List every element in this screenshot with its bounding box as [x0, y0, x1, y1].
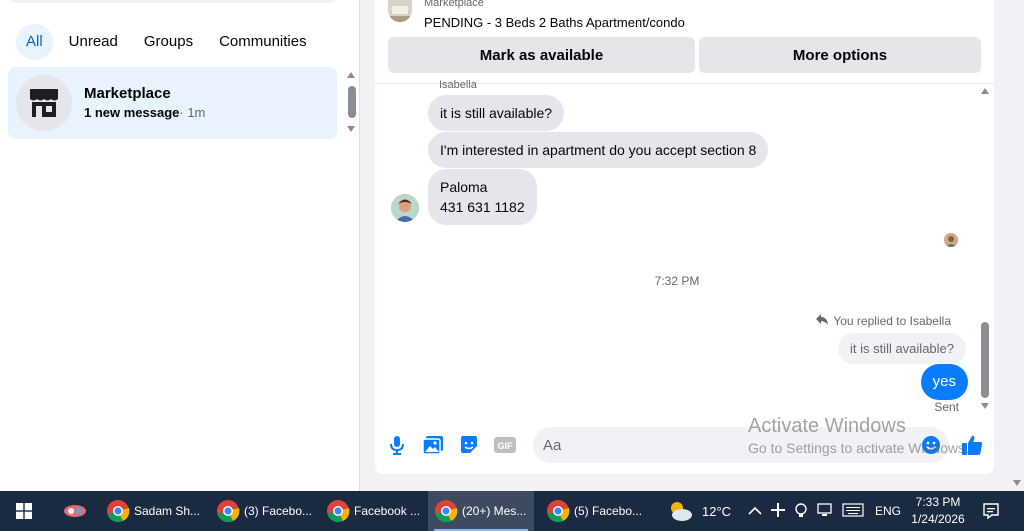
- scrollbar-thumb[interactable]: [348, 86, 356, 118]
- outgoing-message[interactable]: yes: [920, 364, 968, 400]
- more-options-button[interactable]: More options: [699, 37, 981, 73]
- taskbar-app-chrome-5[interactable]: (5) Facebo...: [540, 491, 644, 531]
- taskbar-app-label: Sadam Sh...: [134, 504, 201, 518]
- listing-title[interactable]: PENDING - 3 Beds 2 Baths Apartment/condo: [424, 15, 685, 30]
- taskbar-app-snipping[interactable]: [55, 491, 95, 531]
- search-box[interactable]: [8, 0, 338, 3]
- message-list: Isabella it is still available? I'm inte…: [375, 79, 994, 415]
- microphone-icon[interactable]: [386, 434, 408, 456]
- chat-status: 1 new message: [84, 105, 180, 120]
- taskbar-app-chrome-2[interactable]: (3) Facebo...: [210, 491, 314, 531]
- seen-avatar: [944, 233, 958, 247]
- windows-start-icon[interactable]: [0, 491, 48, 531]
- notification-icon[interactable]: [982, 491, 1000, 531]
- reply-note: You replied to Isabella: [816, 314, 951, 328]
- store-icon: [16, 75, 72, 131]
- sender-name: Isabella: [439, 79, 477, 91]
- photo-icon[interactable]: [422, 434, 444, 456]
- scrollbar-thumb[interactable]: [981, 322, 989, 398]
- message-scrollbar[interactable]: [978, 85, 992, 415]
- system-clock[interactable]: 7:33 PM 1/24/2026: [900, 494, 976, 528]
- taskbar-app-label: (20+) Mes...: [462, 504, 527, 518]
- taskbar-app-label: Facebook ...: [354, 504, 421, 518]
- language-indicator[interactable]: ENG: [875, 504, 901, 518]
- listing-kicker: Marketplace: [424, 0, 484, 9]
- page-scroll-down-icon[interactable]: [1010, 476, 1024, 490]
- chrome-icon: [546, 499, 570, 523]
- chevron-up-icon[interactable]: [748, 504, 762, 519]
- listing-header: Marketplace PENDING - 3 Beds 2 Baths Apa…: [375, 0, 994, 84]
- gif-icon[interactable]: GIF: [494, 434, 518, 456]
- filter-unread[interactable]: Unread: [59, 24, 128, 60]
- filter-tabs: All Unread Groups Communities: [16, 24, 317, 60]
- keyboard-icon[interactable]: [842, 502, 864, 520]
- filter-communities[interactable]: Communities: [209, 24, 317, 60]
- filter-all[interactable]: All: [16, 24, 53, 60]
- scroll-up-icon[interactable]: [347, 72, 355, 78]
- scroll-down-icon[interactable]: [981, 403, 989, 409]
- chat-item-marketplace[interactable]: Marketplace 1 new message· 1m: [8, 67, 337, 139]
- chat-list-scrollbar[interactable]: [344, 70, 358, 134]
- chrome-icon: [106, 499, 130, 523]
- avatar[interactable]: [391, 194, 419, 222]
- mark-available-button[interactable]: Mark as available: [388, 37, 695, 73]
- chat-list-pane: All Unread Groups Communities Marketplac…: [0, 0, 360, 491]
- incoming-message[interactable]: I'm interested in apartment do you accep…: [428, 132, 769, 168]
- taskbar: Sadam Sh... (3) Facebo... Facebook ... (…: [0, 491, 1024, 531]
- emoji-icon[interactable]: [920, 434, 942, 456]
- scroll-up-icon[interactable]: [981, 88, 989, 94]
- sent-status: Sent: [934, 400, 959, 414]
- weather-widget[interactable]: 12°C: [666, 491, 731, 531]
- sticker-icon[interactable]: [458, 434, 480, 456]
- chat-name: Marketplace: [84, 85, 171, 102]
- weather-cloud-icon: [671, 502, 692, 521]
- listing-thumbnail[interactable]: [388, 0, 412, 22]
- incoming-message[interactable]: Paloma 431 631 1182: [428, 169, 537, 225]
- taskbar-app-chrome-4[interactable]: (20+) Mes...: [428, 491, 534, 531]
- taskbar-app-label: (5) Facebo...: [574, 504, 643, 518]
- message-timestamp: 7:32 PM: [654, 274, 700, 288]
- weather-temp: 12°C: [702, 503, 732, 519]
- chrome-icon: [326, 499, 350, 523]
- clock-time: 7:33 PM: [915, 495, 961, 509]
- clock-date: 1/24/2026: [911, 512, 965, 526]
- network-icon[interactable]: [817, 502, 833, 520]
- chrome-icon: [434, 499, 458, 523]
- system-tray: ENG: [748, 491, 901, 531]
- taskbar-app-chrome-3[interactable]: Facebook ...: [320, 491, 424, 531]
- meet-now-icon[interactable]: [794, 502, 808, 521]
- chat-preview: 1 new message· 1m: [84, 105, 205, 120]
- taskbar-app-chrome-1[interactable]: Sadam Sh...: [100, 491, 204, 531]
- incoming-message[interactable]: it is still available?: [428, 95, 565, 131]
- plus-icon[interactable]: [771, 502, 785, 520]
- message-input[interactable]: [533, 427, 949, 463]
- svg-text:GIF: GIF: [498, 441, 514, 451]
- replied-message-preview[interactable]: it is still available?: [837, 333, 966, 364]
- filter-groups[interactable]: Groups: [134, 24, 203, 60]
- chrome-icon: [216, 499, 240, 523]
- conversation-pane: Marketplace PENDING - 3 Beds 2 Baths Apa…: [375, 0, 994, 474]
- snipping-tool-icon: [64, 505, 86, 517]
- chat-time: · 1m: [179, 105, 206, 120]
- reply-note-text: You replied to Isabella: [833, 314, 951, 328]
- thumbs-up-icon[interactable]: [961, 434, 983, 456]
- composer-bar: GIF: [375, 424, 994, 466]
- scroll-down-icon[interactable]: [347, 126, 355, 132]
- reply-icon: [816, 314, 829, 328]
- taskbar-app-label: (3) Facebo...: [244, 504, 313, 518]
